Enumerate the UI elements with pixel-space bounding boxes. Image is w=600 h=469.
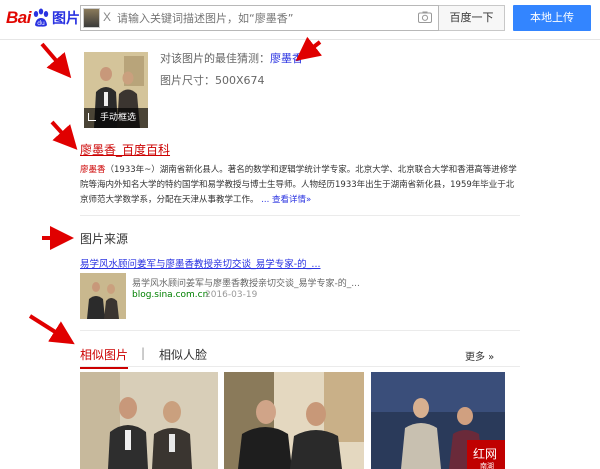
arrow-1 <box>40 42 72 79</box>
arrow-5 <box>28 314 75 345</box>
annotation-arrows <box>28 36 322 345</box>
arrow-3 <box>50 120 78 150</box>
arrow-2 <box>295 36 322 61</box>
